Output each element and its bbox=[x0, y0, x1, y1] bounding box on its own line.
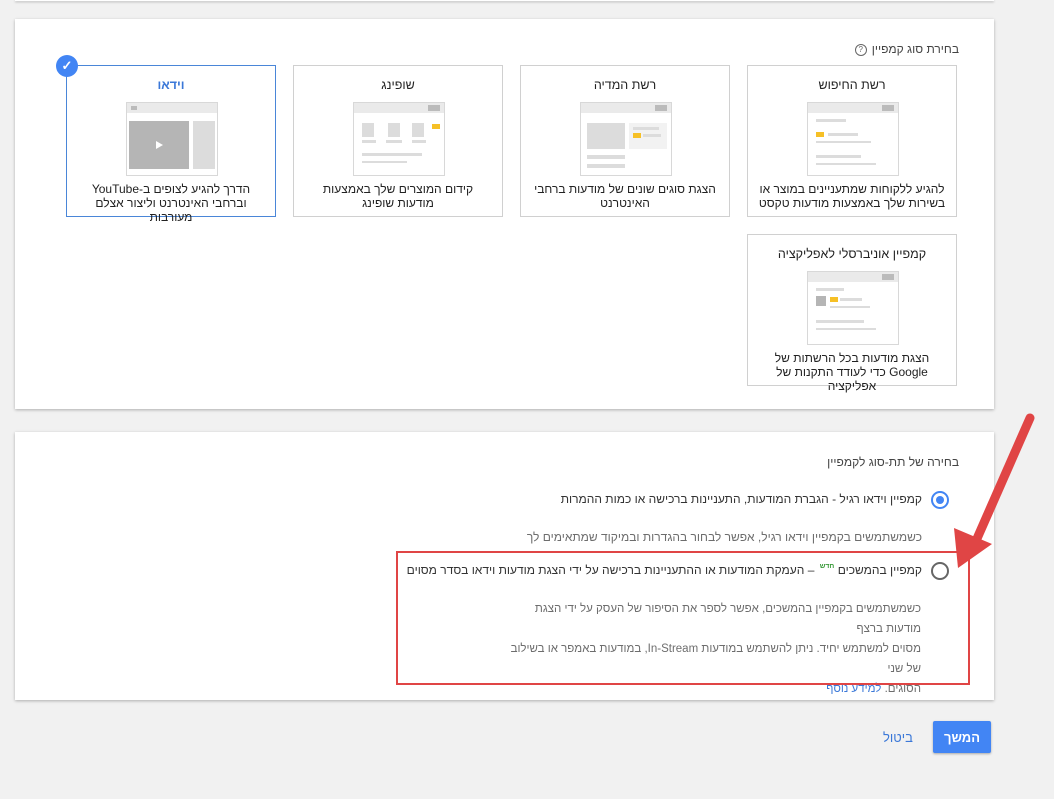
card-video[interactable]: ✓ וידאו הדרך להגיע לצופים ב-YouTube וברח… bbox=[56, 55, 276, 224]
card-description: קידום המוצרים שלך באמצעות מודעות שופינג bbox=[322, 182, 474, 210]
help-icon[interactable]: ? bbox=[854, 44, 867, 56]
campaign-type-heading: בחירת סוג קמפיין? bbox=[854, 42, 959, 56]
selected-check-icon: ✓ bbox=[56, 55, 78, 77]
option-regular-video-label[interactable]: קמפיין וידאו רגיל - הגברת המודעות, התעני… bbox=[561, 492, 922, 506]
display-network-thumbnail-icon bbox=[580, 102, 672, 176]
shopping-thumbnail-icon bbox=[353, 102, 445, 176]
card-title: רשת המדיה bbox=[593, 78, 657, 92]
card-description: הצגת סוגים שונים של מודעות ברחבי האינטרנ… bbox=[534, 182, 716, 210]
continue-button[interactable]: המשך bbox=[933, 721, 991, 753]
video-thumbnail-icon bbox=[126, 102, 218, 176]
card-universal-app[interactable]: קמפיין אוניברסלי לאפליקציה הצגת מודעות ב… bbox=[747, 234, 957, 393]
card-title: וידאו bbox=[157, 78, 185, 92]
cancel-button[interactable]: ביטול bbox=[874, 721, 922, 753]
card-description: להגיע ללקוחות שמתעניינים במוצר או בשירות… bbox=[758, 182, 946, 210]
campaign-type-panel: בחירת סוג קמפיין? רשת החיפוש להגיע ללקוח… bbox=[15, 19, 994, 409]
subtype-heading: בחירה של תת-סוג לקמפיין bbox=[827, 455, 959, 469]
campaign-type-title: בחירת סוג קמפיין bbox=[871, 42, 959, 56]
previous-panel-edge bbox=[15, 0, 994, 1]
play-icon bbox=[156, 141, 163, 149]
card-shopping[interactable]: שופינג קידום המוצרים שלך באמצעות מודעות … bbox=[293, 65, 503, 217]
annotation-arrow-icon bbox=[954, 413, 1035, 568]
card-title: שופינג bbox=[381, 78, 415, 92]
card-title: קמפיין אוניברסלי לאפליקציה bbox=[777, 247, 927, 261]
highlight-box bbox=[396, 551, 970, 685]
regular-video-hint: כשמשתמשים בקמפיין וידאו רגיל, אפשר לבחור… bbox=[526, 530, 922, 544]
radio-regular-video[interactable] bbox=[931, 491, 949, 509]
card-search-network[interactable]: רשת החיפוש להגיע ללקוחות שמתעניינים במוצ… bbox=[747, 65, 957, 217]
card-description: הדרך להגיע לצופים ב-YouTube וברחבי האינט… bbox=[91, 182, 251, 224]
card-title: רשת החיפוש bbox=[818, 78, 886, 92]
card-display-network[interactable]: רשת המדיה הצגת סוגים שונים של מודעות ברח… bbox=[520, 65, 730, 217]
card-description: הצגת מודעות בכל הרשתות של Google כדי לעו… bbox=[774, 351, 930, 393]
search-network-thumbnail-icon bbox=[807, 102, 899, 176]
app-thumbnail-icon bbox=[807, 271, 899, 345]
